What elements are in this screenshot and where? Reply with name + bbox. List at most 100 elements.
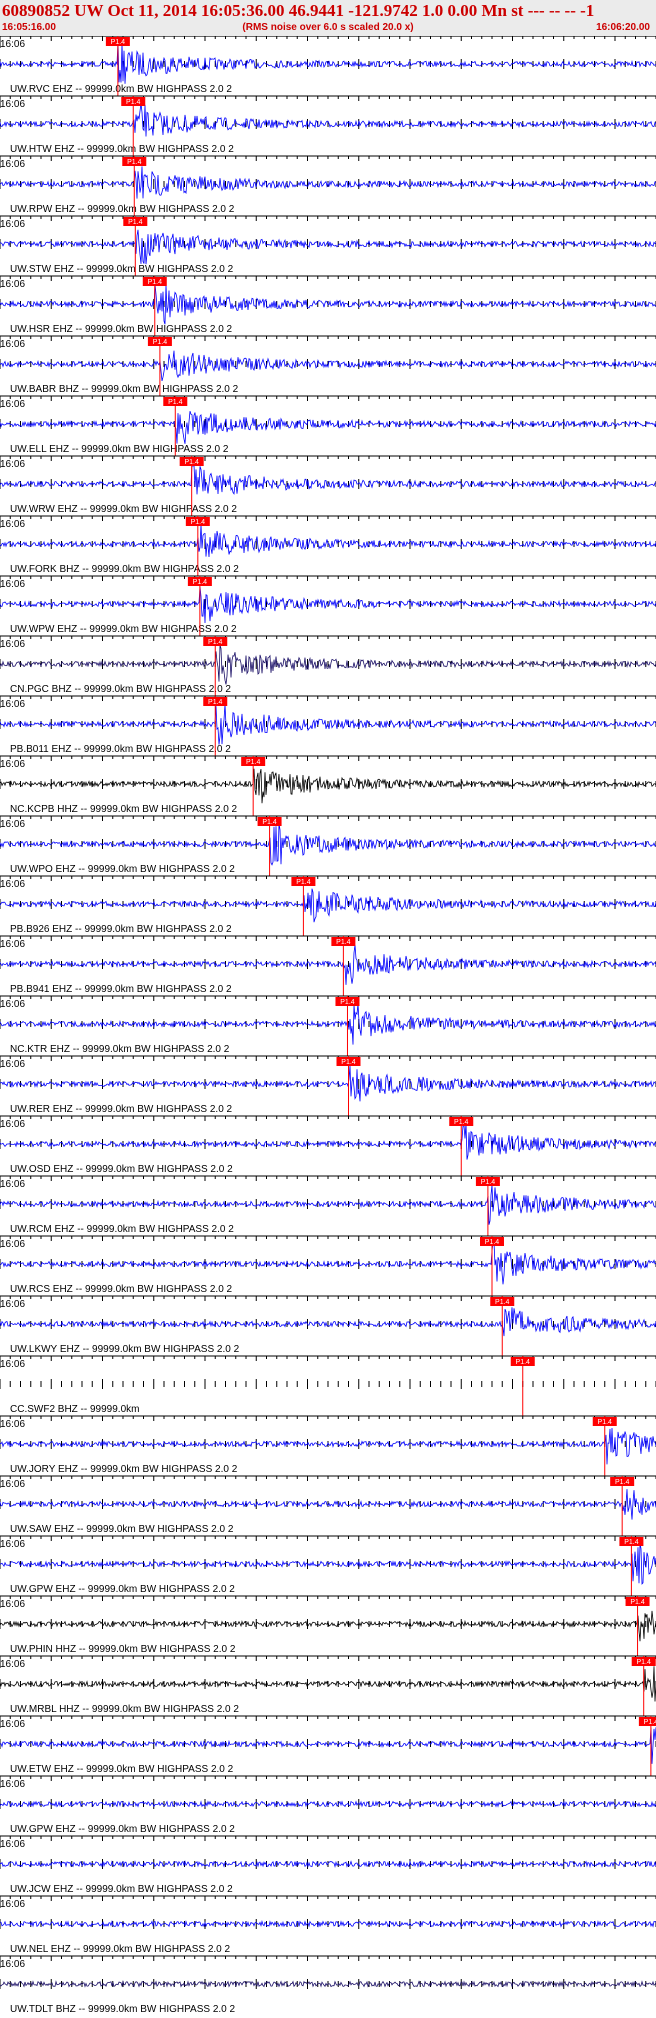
minute-mark-label: 16:06: [0, 1479, 25, 1490]
minute-mark-label: 16:06: [0, 879, 25, 890]
station-label: UW.RVC EHZ -- 99999.0km BW HIGHPASS 2.0 …: [10, 84, 232, 95]
minute-mark-label: 16:06: [0, 1179, 25, 1190]
pick-flag-label: P1.4: [148, 279, 163, 286]
minute-mark-label: 16:06: [0, 1839, 25, 1850]
trace-stack: 16:06 UW.RVC EHZ -- 99999.0km BW HIGHPASS…: [0, 36, 656, 2015]
minute-mark-label: 16:06: [0, 1239, 25, 1250]
minute-mark-label: 16:06: [0, 759, 25, 770]
trace-row: 16:06 UW.FORK BHZ -- 99999.0km BW HIGHPAS…: [0, 515, 656, 576]
pick-flag-label: P1.4: [340, 999, 355, 1006]
trace-row: 16:06 UW.RCS EHZ -- 99999.0km BW HIGHPASS…: [0, 1235, 656, 1296]
station-label: UW.WRW EHZ -- 99999.0km BW HIGHPASS 2.0 …: [10, 504, 237, 515]
pick-flag-label: P1.4: [168, 399, 183, 406]
pick-flag-label: P1.4: [336, 939, 351, 946]
waveform: [0, 284, 656, 325]
trace-row: 16:06 UW.GPW EHZ -- 99999.0km BW HIGHPASS…: [0, 1535, 656, 1596]
minute-mark-label: 16:06: [0, 1599, 25, 1610]
waveform: [0, 166, 656, 199]
trace-row: 16:06 UW.OSD EHZ -- 99999.0km BW HIGHPASS…: [0, 1115, 656, 1176]
pick-flag-label: P1.4: [598, 1419, 613, 1426]
station-label: UW.ETW EHZ -- 99999.0km BW HIGHPASS 2.0 …: [10, 1764, 234, 1775]
pick-flag-label: P1.4: [184, 459, 199, 466]
pick-flag-label: P1.4: [495, 1299, 510, 1306]
station-label: UW.HTW EHZ -- 99999.0km BW HIGHPASS 2.0 …: [10, 144, 234, 155]
station-label: UW.JCW EHZ -- 99999.0km BW HIGHPASS 2.0 …: [10, 1884, 233, 1895]
pick-flag-label: P1.4: [208, 639, 223, 646]
station-label: UW.WPO EHZ -- 99999.0km BW HIGHPASS 2.0 …: [10, 864, 235, 875]
trace-row: 16:06 PB.B926 EHZ -- 99999.0km BW HIGHPAS…: [0, 875, 656, 936]
station-label: NC.KCPB HHZ -- 99999.0km BW HIGHPASS 2.0…: [10, 804, 238, 815]
pick-flag-label: P1.4: [296, 879, 311, 886]
minute-mark-label: 16:06: [0, 1719, 25, 1730]
station-label: UW.NEL EHZ -- 99999.0km BW HIGHPASS 2.0 …: [10, 1944, 231, 1955]
station-label: UW.TDLT BHZ -- 99999.0km BW HIGHPASS 2.0…: [10, 2004, 235, 2015]
trace-row: 16:06 UW.WPO EHZ -- 99999.0km BW HIGHPASS…: [0, 815, 656, 876]
trace-row: 16:06 UW.TDLT BHZ -- 99999.0km BW HIGHPAS…: [0, 1955, 656, 2015]
trace-row: 16:06 UW.RPW EHZ -- 99999.0km BW HIGHPASS…: [0, 155, 656, 216]
pick-flag-label: P1.4: [126, 99, 141, 106]
plot-header: 60890852 UW Oct 11, 2014 16:05:36.00 46.…: [0, 0, 656, 37]
minute-mark-label: 16:06: [0, 1359, 25, 1370]
pick-flag-label: P1.4: [485, 1239, 500, 1246]
minute-mark-label: 16:06: [0, 99, 25, 110]
minute-mark-label: 16:06: [0, 219, 25, 230]
station-label: UW.PHIN HHZ -- 99999.0km BW HIGHPASS 2.0…: [10, 1644, 236, 1655]
station-label: UW.FORK BHZ -- 99999.0km BW HIGHPASS 2.0…: [10, 564, 239, 575]
waveform: [0, 1666, 656, 1702]
waveform: [0, 350, 656, 382]
trace-row: 16:06 UW.GPW EHZ -- 99999.0km BW HIGHPASS…: [0, 1775, 656, 1835]
trace-row: 16:06 PB.B941 EHZ -- 99999.0km BW HIGHPAS…: [0, 935, 656, 996]
station-label: UW.STW EHZ -- 99999.0km BW HIGHPASS 2.0 …: [10, 264, 234, 275]
pick-flag-label: P1.4: [193, 579, 208, 586]
station-label: UW.GPW EHZ -- 99999.0km BW HIGHPASS 2.0 …: [10, 1584, 235, 1595]
waveform: [0, 524, 656, 558]
minute-mark-label: 16:06: [0, 1119, 25, 1130]
station-label: UW.SAW EHZ -- 99999.0km BW HIGHPASS 2.0 …: [10, 1524, 234, 1535]
pick-flag-label: P1.4: [516, 1359, 531, 1366]
pick-flag-label: P1.4: [128, 219, 143, 226]
station-label: PB.B941 EHZ -- 99999.0km BW HIGHPASS 2.0…: [10, 984, 232, 995]
station-label: UW.RCS EHZ -- 99999.0km BW HIGHPASS 2.0 …: [10, 1284, 233, 1295]
station-label: NC.KTR EHZ -- 99999.0km BW HIGHPASS 2.0 …: [10, 1044, 230, 1055]
station-label: UW.HSR EHZ -- 99999.0km BW HIGHPASS 2.0 …: [10, 324, 233, 335]
minute-mark-label: 16:06: [0, 1059, 25, 1070]
station-label: UW.OSD EHZ -- 99999.0km BW HIGHPASS 2.0 …: [10, 1164, 233, 1175]
minute-mark-label: 16:06: [0, 519, 25, 530]
station-label: PB.B926 EHZ -- 99999.0km BW HIGHPASS 2.0…: [10, 924, 232, 935]
pick-flag-label: P1.4: [262, 819, 277, 826]
minute-mark-label: 16:06: [0, 1299, 25, 1310]
trace-row: 16:06 UW.MRBL HHZ -- 99999.0km BW HIGHPAS…: [0, 1655, 656, 1716]
pick-flag-label: P1.4: [191, 519, 206, 526]
station-label: UW.WPW EHZ -- 99999.0km BW HIGHPASS 2.0 …: [10, 624, 237, 635]
minute-mark-label: 16:06: [0, 819, 25, 830]
trace-row: 16:06 UW.RCM EHZ -- 99999.0km BW HIGHPASS…: [0, 1175, 656, 1236]
waveform: [0, 462, 656, 495]
trace-row: 16:06 UW.JCW EHZ -- 99999.0km BW HIGHPASS…: [0, 1835, 656, 1895]
pick-flag-label: P1.4: [454, 1119, 469, 1126]
minute-mark-label: 16:06: [0, 279, 25, 290]
trace-row: 16:06 UW.ETW EHZ -- 99999.0km BW HIGHPASS…: [0, 1715, 656, 1776]
trace-row: 16:06 UW.WPW EHZ -- 99999.0km BW HIGHPASS…: [0, 575, 656, 636]
station-label: UW.RER EHZ -- 99999.0km BW HIGHPASS 2.0 …: [10, 1104, 233, 1115]
minute-mark-label: 16:06: [0, 1539, 25, 1550]
minute-mark-label: 16:06: [0, 39, 25, 50]
trace-row: 16:06 UW.ELL EHZ -- 99999.0km BW HIGHPASS…: [0, 395, 656, 456]
station-label: PB.B011 EHZ -- 99999.0km BW HIGHPASS 2.0…: [10, 744, 231, 755]
pick-flag-label: P1.4: [481, 1179, 496, 1186]
trace-row: 16:06 NC.KTR EHZ -- 99999.0km BW HIGHPASS…: [0, 995, 656, 1056]
minute-mark-label: 16:06: [0, 159, 25, 170]
minute-mark-label: 16:06: [0, 1779, 25, 1790]
pick-flag-label: P1.4: [624, 1539, 639, 1546]
waveform: [0, 586, 656, 624]
minute-mark-label: 16:06: [0, 339, 25, 350]
trace-row: 16:06 CN.PGC BHZ -- 99999.0km BW HIGHPASS…: [0, 635, 656, 696]
pick-flag-label: P1.4: [246, 759, 261, 766]
trace-row: 16:06 NC.KCPB HHZ -- 99999.0km BW HIGHPAS…: [0, 755, 656, 816]
end-time-label: 16:06:20.00: [596, 22, 650, 33]
pick-flag-label: P1.4: [644, 1719, 656, 1726]
trace-row: 16:06 UW.BABR BHZ -- 99999.0km BW HIGHPAS…: [0, 335, 656, 396]
station-label: UW.JORY EHZ -- 99999.0km BW HIGHPASS 2.0…: [10, 1464, 238, 1475]
minute-mark-label: 16:06: [0, 1899, 25, 1910]
pick-flag-label: P1.4: [341, 1059, 356, 1066]
waveform: [0, 1727, 656, 1764]
